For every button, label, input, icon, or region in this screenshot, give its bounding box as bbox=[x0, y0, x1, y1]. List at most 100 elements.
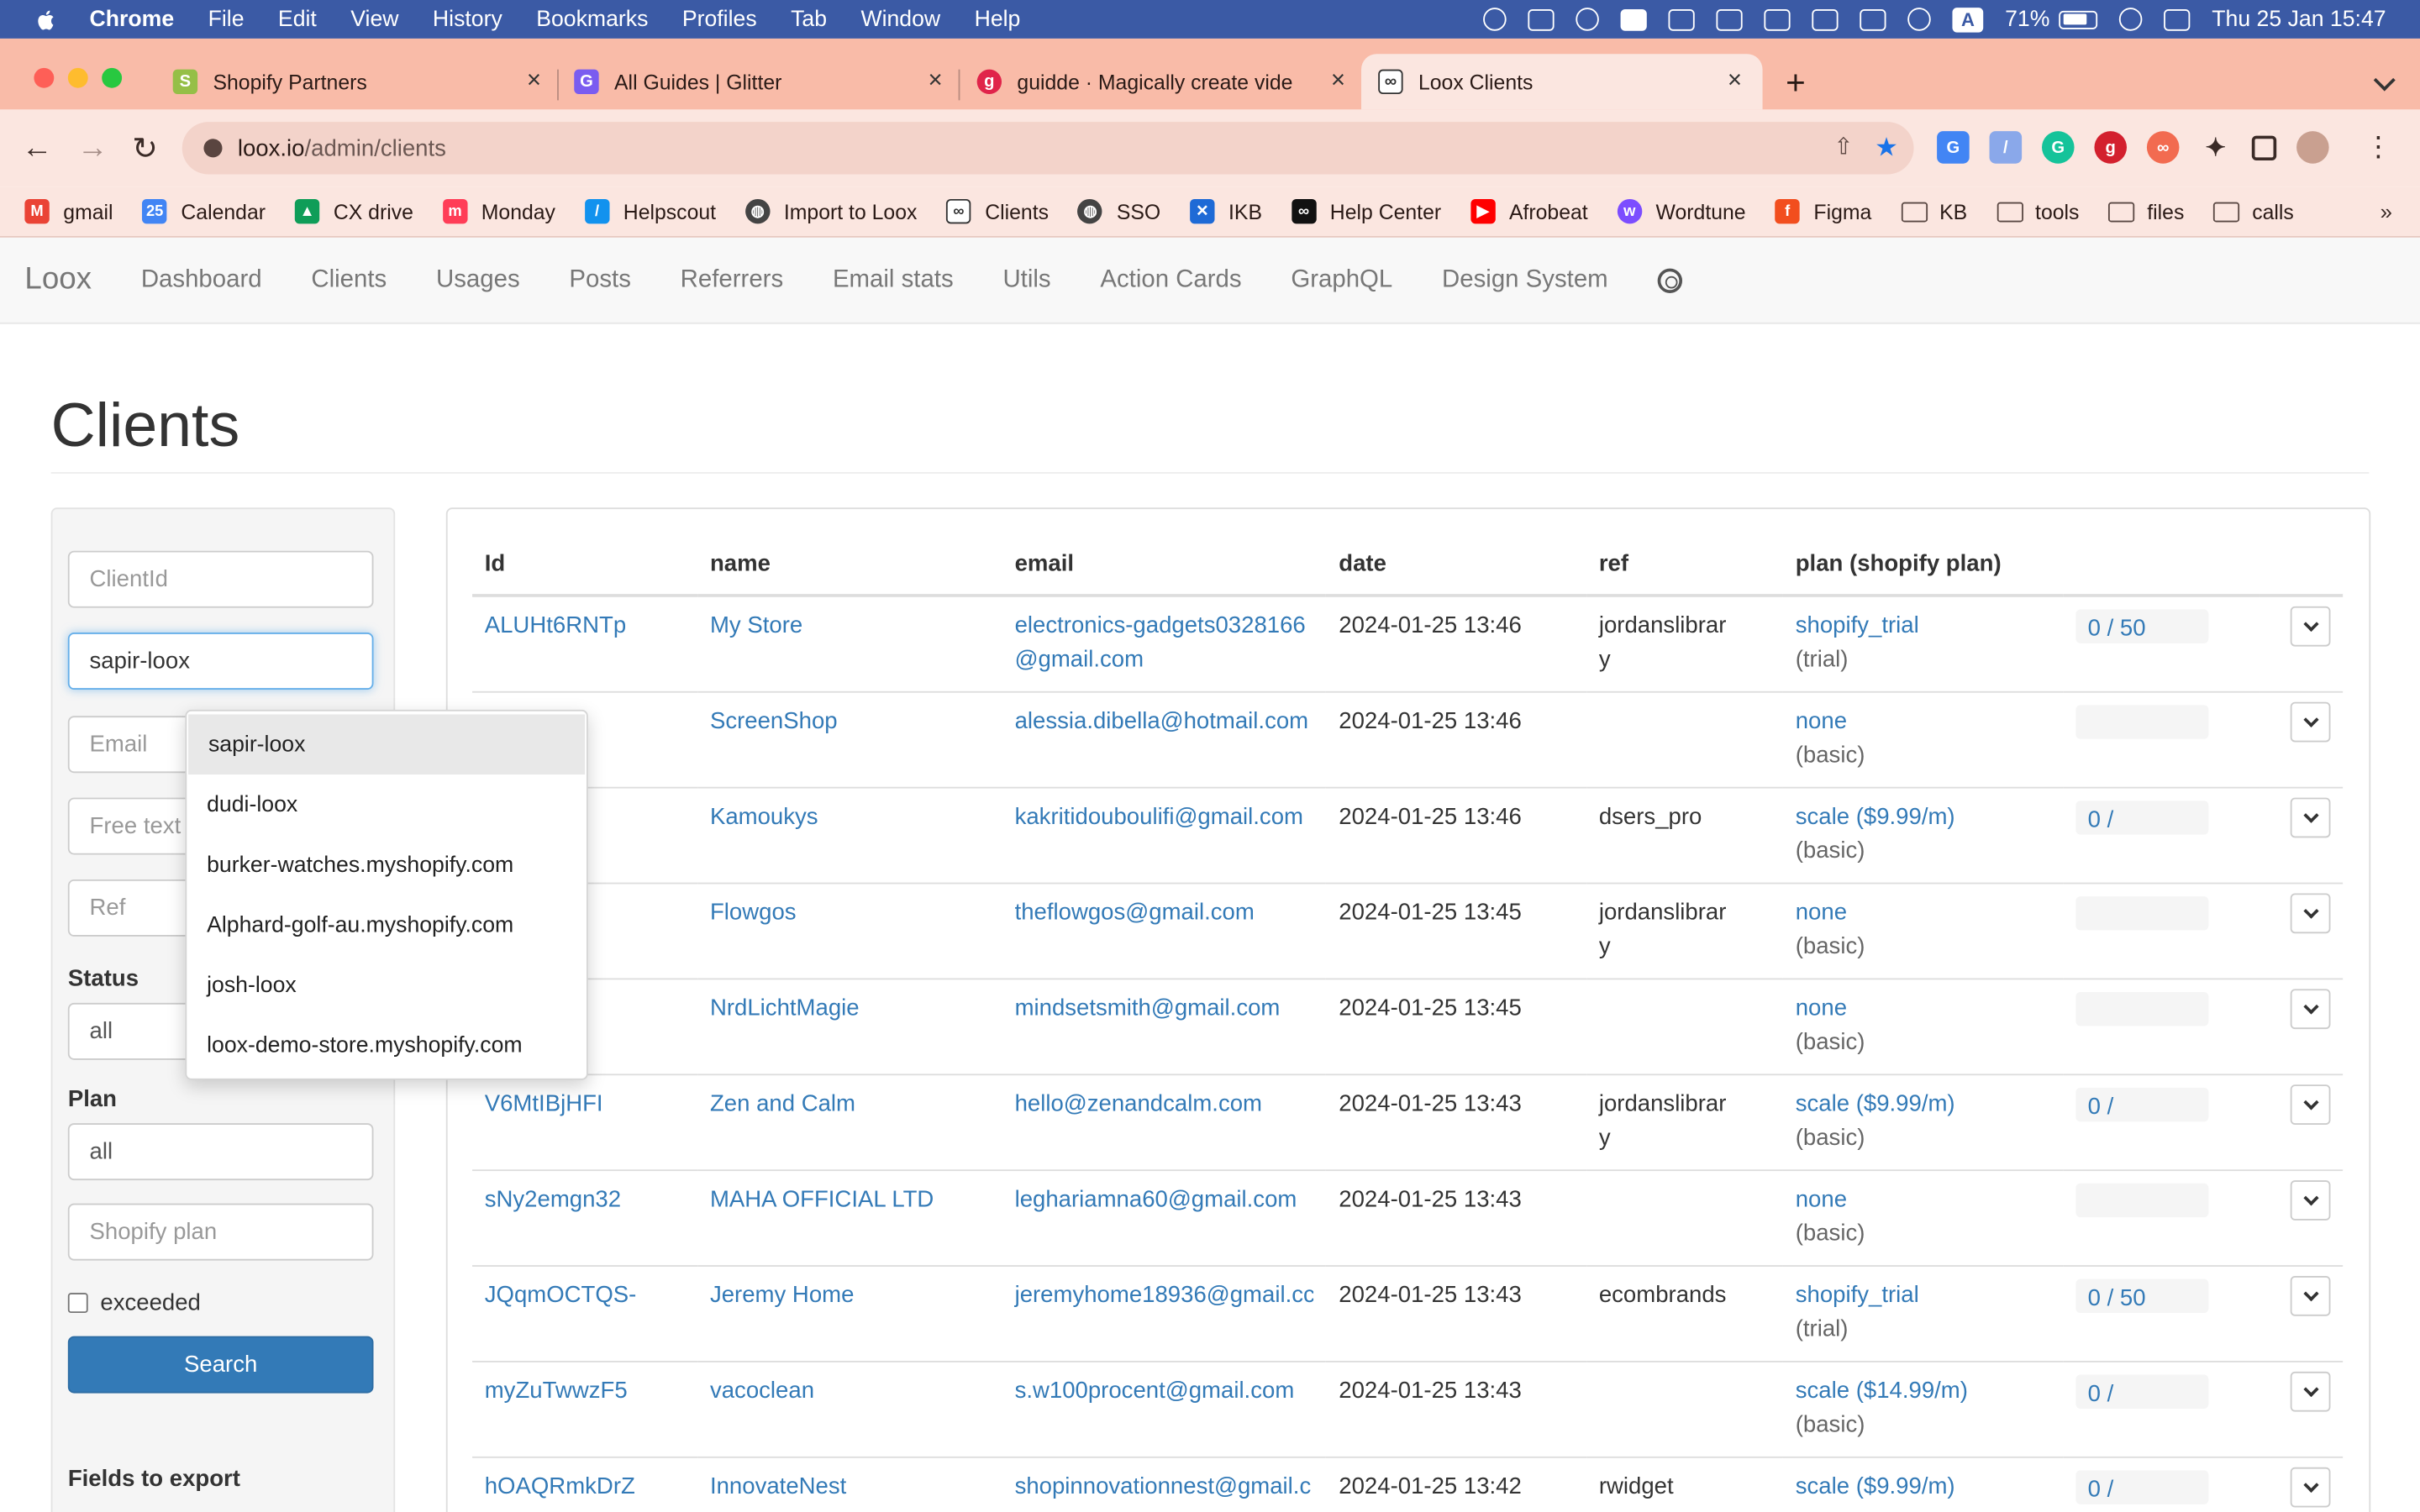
menu-edit[interactable]: Edit bbox=[278, 7, 317, 31]
control-center-icon[interactable] bbox=[2164, 8, 2191, 30]
moon-icon[interactable] bbox=[1907, 8, 1931, 31]
nav-design-system[interactable]: Design System bbox=[1442, 266, 1608, 294]
client-email-link[interactable]: s.w100procent@gmail.com bbox=[1015, 1374, 1314, 1408]
minimize-window-button[interactable] bbox=[67, 67, 88, 88]
autocomplete-option[interactable]: loox-demo-store.myshopify.com bbox=[187, 1016, 587, 1076]
bookmark-afrobeat[interactable]: ▶ Afrobeat bbox=[1470, 198, 1588, 224]
client-name-link[interactable]: MAHA OFFICIAL LTD bbox=[710, 1186, 934, 1212]
bluetooth-icon[interactable] bbox=[1764, 8, 1791, 30]
share-icon[interactable]: ⇧ bbox=[1833, 133, 1853, 164]
menu-bookmarks[interactable]: Bookmarks bbox=[536, 7, 648, 31]
autocomplete-option[interactable]: sapir-loox bbox=[188, 714, 586, 775]
header-plan[interactable]: plan (shopify plan) bbox=[1783, 533, 2064, 597]
bookmark-helpscout[interactable]: / Helpscout bbox=[584, 198, 716, 224]
menu-help[interactable]: Help bbox=[975, 7, 1021, 31]
client-email-link[interactable]: electronics-gadgets0328166@gmail.com bbox=[1015, 610, 1314, 678]
bookmark-cx-drive[interactable]: ▲ CX drive bbox=[294, 198, 413, 224]
header-email[interactable]: email bbox=[1002, 533, 1327, 597]
bookmark-import-to-loox[interactable]: ◍ Import to Loox bbox=[744, 198, 917, 224]
grammarly-status-icon[interactable] bbox=[1483, 8, 1507, 31]
profile-avatar[interactable] bbox=[2296, 131, 2329, 164]
client-id-link[interactable]: sNy2emgn32 bbox=[485, 1186, 621, 1212]
close-tab-icon[interactable]: × bbox=[1326, 68, 1350, 96]
tab-search-chevron-icon[interactable] bbox=[2373, 69, 2396, 92]
back-arrow-icon[interactable]: ← bbox=[18, 129, 55, 166]
translate-icon[interactable]: G bbox=[1937, 131, 1970, 164]
nav-email-stats[interactable]: Email stats bbox=[833, 266, 954, 294]
row-expand-button[interactable] bbox=[2290, 1179, 2331, 1220]
brand-logo[interactable]: Loox bbox=[24, 262, 92, 297]
client-email-link[interactable]: theflowgos@gmail.com bbox=[1015, 895, 1314, 929]
client-email-link[interactable]: jeremyhome18936@gmail.cc bbox=[1015, 1278, 1314, 1312]
plan-link[interactable]: none bbox=[1796, 1186, 1847, 1212]
nav-utils[interactable]: Utils bbox=[1002, 266, 1050, 294]
side-panel-icon[interactable] bbox=[2251, 134, 2277, 160]
header-id[interactable]: Id bbox=[472, 533, 698, 597]
close-tab-icon[interactable]: × bbox=[923, 68, 947, 96]
bookmark-calls[interactable]: calls bbox=[2213, 200, 2294, 223]
pen-icon[interactable]: / bbox=[1989, 131, 2023, 164]
autocomplete-option[interactable]: Alphard-golf-au.myshopify.com bbox=[187, 895, 587, 955]
nav-action-cards[interactable]: Action Cards bbox=[1100, 266, 1241, 294]
address-bar[interactable]: loox.io/admin/clients ⇧ ★ bbox=[182, 122, 1914, 175]
new-tab-icon[interactable]: + bbox=[1786, 66, 1806, 100]
client-name-link[interactable]: vacoclean bbox=[710, 1377, 814, 1403]
plan-link[interactable]: scale ($9.99/m) bbox=[1796, 803, 1955, 829]
exceeded-checkbox[interactable] bbox=[67, 1293, 88, 1314]
zoom-window-button[interactable] bbox=[102, 67, 123, 88]
menu-history[interactable]: History bbox=[433, 7, 502, 31]
bookmark-sso[interactable]: ◍ SSO bbox=[1077, 198, 1160, 224]
plan-link[interactable]: shopify_trial bbox=[1796, 1281, 1919, 1307]
row-expand-button[interactable] bbox=[2290, 606, 2331, 647]
nav-referrers[interactable]: Referrers bbox=[681, 266, 783, 294]
plan-link[interactable]: none bbox=[1796, 707, 1847, 733]
client-name-link[interactable]: Zen and Calm bbox=[710, 1090, 855, 1116]
bookmark-figma[interactable]: f Figma bbox=[1775, 198, 1871, 224]
plan-link[interactable]: shopify_trial bbox=[1796, 612, 1919, 638]
client-email-link[interactable]: alessia.dibella@hotmail.com bbox=[1015, 704, 1314, 738]
autocomplete-option[interactable]: burker-watches.myshopify.com bbox=[187, 835, 587, 895]
client-email-link[interactable]: mindsetsmith@gmail.com bbox=[1015, 991, 1314, 1025]
window-manager-icon[interactable] bbox=[1668, 8, 1695, 30]
bookmarks-overflow-icon[interactable]: » bbox=[2381, 199, 2392, 223]
client-id-link[interactable]: myZuTwwzF5 bbox=[485, 1377, 628, 1403]
menu-window[interactable]: Window bbox=[860, 7, 940, 31]
wifi-icon[interactable] bbox=[1812, 8, 1839, 30]
client-email-link[interactable]: hello@zenandcalm.com bbox=[1015, 1087, 1314, 1121]
row-expand-button[interactable] bbox=[2290, 796, 2331, 837]
tab-loox-clients[interactable]: ∞ Loox Clients × bbox=[1361, 54, 1763, 110]
header-date[interactable]: date bbox=[1326, 533, 1587, 597]
apple-icon[interactable] bbox=[34, 7, 58, 31]
client-email-link[interactable]: shopinnovationnest@gmail.c bbox=[1015, 1469, 1314, 1503]
nav-dashboard[interactable]: Dashboard bbox=[141, 266, 262, 294]
more-menu-icon[interactable]: ⋮ bbox=[2365, 131, 2392, 164]
plan-link[interactable]: none bbox=[1796, 995, 1847, 1021]
bookmark-ikb[interactable]: ✕ IKB bbox=[1190, 198, 1262, 224]
bookmark-gmail[interactable]: Mgmail bbox=[24, 198, 113, 224]
bookmark-files[interactable]: files bbox=[2108, 200, 2184, 223]
row-expand-button[interactable] bbox=[2290, 892, 2331, 933]
bookmark-clients[interactable]: ∞ Clients bbox=[946, 198, 1049, 224]
plan-link[interactable]: scale ($9.99/m) bbox=[1796, 1473, 1955, 1499]
search-button[interactable]: Search bbox=[67, 1336, 374, 1394]
plan-select[interactable]: all bbox=[67, 1123, 374, 1181]
arrow-app-icon[interactable] bbox=[1620, 8, 1647, 30]
bookmark-star-icon[interactable]: ★ bbox=[1875, 133, 1898, 164]
exceeded-checkbox-row[interactable]: exceeded bbox=[67, 1290, 201, 1316]
nav-clients[interactable]: Clients bbox=[311, 266, 387, 294]
shopify-plan-input[interactable]: Shopify plan bbox=[67, 1203, 374, 1261]
row-expand-button[interactable] bbox=[2290, 988, 2331, 1029]
client-id-link[interactable]: JQqmOCTQS- bbox=[485, 1281, 637, 1307]
screen-record-icon[interactable] bbox=[1576, 8, 1600, 31]
reload-icon[interactable]: ↻ bbox=[127, 129, 164, 166]
client-email-link[interactable]: leghariamna60@gmail.com bbox=[1015, 1183, 1314, 1216]
header-ref[interactable]: ref bbox=[1586, 533, 1784, 597]
bookmark-help-center[interactable]: ∞ Help Center bbox=[1291, 198, 1441, 224]
bookmark-monday[interactable]: m Monday bbox=[442, 198, 555, 224]
client-name-link[interactable]: Jeremy Home bbox=[710, 1281, 854, 1307]
row-expand-button[interactable] bbox=[2290, 1275, 2331, 1315]
nav-usages[interactable]: Usages bbox=[436, 266, 520, 294]
menu-profiles[interactable]: Profiles bbox=[682, 7, 757, 31]
menubar-clock[interactable]: Thu 25 Jan 15:47 bbox=[2212, 7, 2386, 31]
bookmark-tools[interactable]: tools bbox=[1996, 200, 2079, 223]
